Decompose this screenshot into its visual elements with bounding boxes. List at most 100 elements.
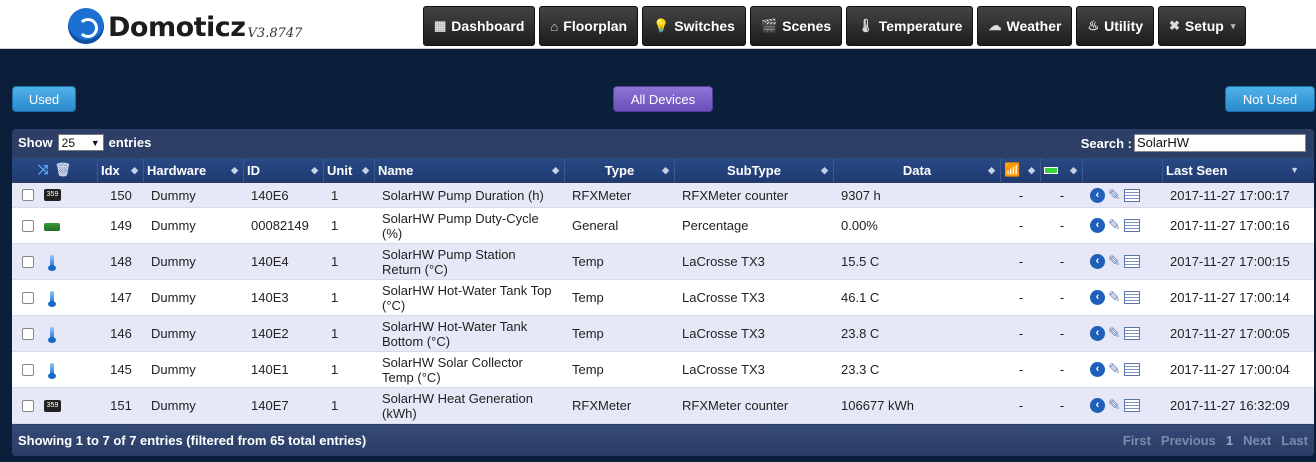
cell-name: SolarHW Solar Collector Temp (°C)	[382, 354, 523, 385]
table-row[interactable]: 359 150 Dummy 140E6 1 SolarHW Pump Duration (…	[12, 183, 1314, 208]
shuffle-icon[interactable]: ⤨	[38, 162, 48, 178]
table-row[interactable]: 146 Dummy 140E2 1 SolarHW Hot-Water Tank Bot…	[12, 316, 1314, 352]
pager-previous[interactable]: Previous	[1161, 433, 1216, 448]
row-checkbox[interactable]	[22, 219, 34, 232]
nav-weather[interactable]: ☁ Weather	[977, 6, 1073, 46]
cell-id: 140E3	[251, 290, 289, 305]
top-bar: Domoticz V3.8747 ▦ Dashboard ⌂ Floorplan 💡 Sw…	[0, 0, 1316, 49]
nav-scenes[interactable]: 🎬 Scenes	[749, 6, 843, 46]
rename-icon[interactable]: ✎	[1108, 290, 1121, 305]
log-icon[interactable]	[1123, 255, 1140, 268]
column-subtype[interactable]: SubType ◆	[675, 158, 834, 182]
rename-icon[interactable]: ✎	[1108, 188, 1121, 203]
column-data[interactable]: Data ◆	[834, 158, 1001, 182]
column-hardware[interactable]: Hardware ◆	[144, 158, 244, 182]
rename-icon[interactable]: ✎	[1108, 362, 1121, 377]
column-type[interactable]: Type ◆	[565, 158, 675, 182]
column-battery[interactable]: ◆	[1041, 158, 1083, 182]
not-used-filter-button[interactable]: Not Used	[1225, 86, 1315, 112]
nav-label: Floorplan	[563, 18, 628, 34]
table-row[interactable]: 149 Dummy 00082149 1 SolarHW Pump Duty-Cycle…	[12, 208, 1314, 244]
cell-unit: 1	[331, 326, 339, 341]
rename-icon[interactable]: ✎	[1108, 218, 1121, 233]
sort-icon: ◆	[552, 164, 559, 175]
cell-data: 0.00%	[841, 218, 878, 233]
table-row[interactable]: 145 Dummy 140E1 1 SolarHW Solar Collector Te…	[12, 352, 1314, 388]
action-group: ‹ ✎	[1090, 254, 1140, 269]
action-group: ‹ ✎	[1090, 326, 1140, 341]
rename-icon[interactable]: ✎	[1108, 398, 1121, 413]
thermometer-icon	[48, 254, 56, 271]
log-icon[interactable]	[1123, 327, 1140, 340]
page-size-select[interactable]: 25 ▼	[57, 134, 104, 151]
logo-text: Domoticz	[108, 12, 246, 43]
row-checkbox[interactable]	[22, 399, 34, 412]
set-unused-icon[interactable]: ‹	[1090, 326, 1105, 341]
table-row[interactable]: 147 Dummy 140E3 1 SolarHW Hot-Water Tank Top…	[12, 280, 1314, 316]
cell-hardware: Dummy	[151, 362, 196, 377]
nav-setup[interactable]: ✖ Setup ▾	[1158, 6, 1247, 46]
cell-data: 46.1 C	[841, 290, 880, 305]
cell-name: SolarHW Pump Duty-Cycle (%)	[382, 210, 539, 241]
nav-floorplan[interactable]: ⌂ Floorplan	[539, 6, 639, 46]
log-icon[interactable]	[1123, 399, 1140, 412]
nav-utility[interactable]: ♨ Utility	[1076, 6, 1155, 46]
row-checkbox[interactable]	[22, 363, 34, 376]
table-row[interactable]: 359 151 Dummy 140E7 1 SolarHW Heat Generation…	[12, 388, 1314, 424]
table-header: ⤨ 🗑 Idx ◆ Hardware ◆ ID ◆ Unit ◆ Name ◆ Type ◆…	[12, 158, 1314, 182]
column-name[interactable]: Name ◆	[375, 158, 565, 182]
column-signal[interactable]: 📶 ◆	[1001, 158, 1041, 182]
column-unit[interactable]: Unit ◆	[324, 158, 375, 182]
cell-signal: -	[1018, 187, 1024, 203]
table-body: 359 150 Dummy 140E6 1 SolarHW Pump Duration (…	[12, 183, 1314, 424]
log-icon[interactable]	[1123, 188, 1140, 202]
all-devices-filter-button[interactable]: All Devices	[613, 86, 713, 112]
chevron-down-icon: ▼	[90, 137, 100, 148]
pager-first[interactable]: First	[1123, 433, 1151, 448]
set-unused-icon[interactable]: ‹	[1090, 290, 1105, 305]
pager-next[interactable]: Next	[1243, 433, 1271, 448]
log-icon[interactable]	[1123, 219, 1140, 232]
row-checkbox[interactable]	[22, 327, 34, 340]
set-unused-icon[interactable]: ‹	[1090, 398, 1105, 413]
rename-icon[interactable]: ✎	[1108, 326, 1121, 341]
thermometer-icon	[48, 290, 56, 307]
pager-last[interactable]: Last	[1281, 433, 1308, 448]
rename-icon[interactable]: ✎	[1108, 254, 1121, 269]
nav-temperature[interactable]: 🌡 Temperature	[846, 6, 974, 46]
row-checkbox[interactable]	[22, 291, 34, 304]
cell-data: 23.8 C	[841, 326, 880, 341]
set-unused-icon[interactable]: ‹	[1090, 187, 1105, 203]
row-checkbox[interactable]	[22, 189, 34, 201]
column-subtype-label: SubType	[727, 162, 781, 178]
row-select-cell: 359	[12, 388, 98, 423]
search-input[interactable]: SolarHW	[1134, 134, 1306, 152]
column-last-seen[interactable]: Last Seen ▼	[1163, 158, 1304, 182]
log-icon[interactable]	[1123, 363, 1140, 376]
row-checkbox[interactable]	[22, 255, 34, 268]
scenes-icon: 🎬	[760, 18, 778, 33]
used-filter-button[interactable]: Used	[12, 86, 76, 112]
table-row[interactable]: 148 Dummy 140E4 1 SolarHW Pump Station Retur…	[12, 244, 1314, 280]
cell-signal: -	[1018, 254, 1024, 269]
column-idx[interactable]: Idx ◆	[98, 158, 144, 182]
nav-label: Scenes	[782, 18, 832, 34]
action-group: ‹ ✎	[1090, 218, 1140, 233]
set-unused-icon[interactable]: ‹	[1090, 362, 1105, 377]
nav-switches[interactable]: 💡 Switches	[642, 6, 746, 46]
pager-page-1[interactable]: 1	[1226, 433, 1233, 448]
dashboard-icon: ▦	[434, 18, 447, 33]
cell-idx: 150	[110, 187, 132, 203]
log-icon[interactable]	[1123, 291, 1140, 304]
temperature-icon: 🌡	[857, 18, 874, 33]
cell-data: 106677 kWh	[841, 398, 914, 413]
cell-type: Temp	[572, 326, 604, 341]
set-unused-icon[interactable]: ‹	[1090, 254, 1105, 269]
logo[interactable]: Domoticz V3.8747	[68, 8, 302, 44]
trash-icon[interactable]: 🗑	[54, 162, 71, 178]
header-select-column[interactable]: ⤨ 🗑	[12, 158, 98, 182]
cell-idx: 146	[110, 326, 132, 341]
column-id[interactable]: ID ◆	[244, 158, 324, 182]
set-unused-icon[interactable]: ‹	[1090, 218, 1105, 233]
nav-dashboard[interactable]: ▦ Dashboard	[423, 6, 536, 46]
